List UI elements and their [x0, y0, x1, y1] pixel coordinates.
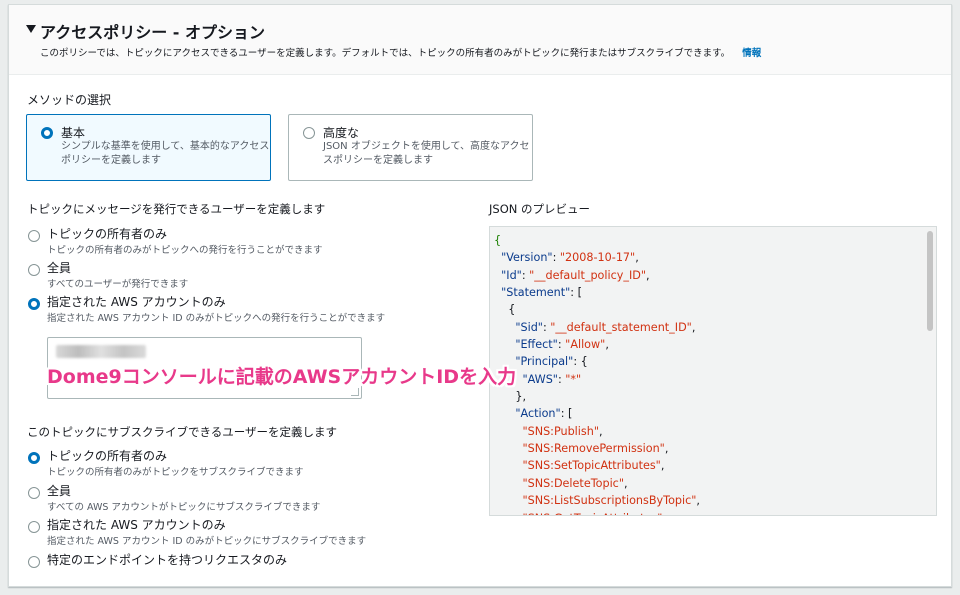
json-line: "Id": "__default_policy_ID", — [501, 268, 650, 282]
scrollbar-thumb[interactable] — [927, 231, 933, 331]
method-label: メソッドの選択 — [27, 93, 112, 107]
publish-radio-everyone[interactable] — [28, 264, 40, 276]
json-line: "Action": [ — [515, 407, 573, 421]
subscribe-radio-everyone[interactable] — [28, 487, 40, 499]
publish-specified-description: 指定された AWS アカウント ID のみがトピックへの発行を行うことができます — [47, 313, 386, 324]
access-policy-panel: アクセスポリシー - オプション このポリシーでは、トピックにアクセスできるユー… — [8, 4, 952, 587]
subscribe-radio-endpoint[interactable] — [28, 556, 40, 568]
json-preview-box[interactable]: { "Version": "2008-10-17", "Id": "__defa… — [489, 226, 937, 516]
json-line: "Statement": [ — [501, 286, 582, 300]
json-line: "SNS:SetTopicAttributes", — [522, 459, 665, 473]
method-basic-description: シンプルな基準を使用して、基本的なアクセスポリシーを定義します — [61, 141, 270, 166]
json-line: }, — [494, 390, 527, 404]
json-line: "SNS:DeleteTopic", — [522, 476, 628, 490]
info-link[interactable]: 情報 — [742, 48, 761, 59]
section-header[interactable]: アクセスポリシー - オプション このポリシーでは、トピックにアクセスできるユー… — [9, 5, 951, 75]
section-title: アクセスポリシー - オプション — [40, 23, 265, 42]
annotation-callout: Dome9コンソールに記載のAWSアカウントIDを入力 — [47, 366, 517, 388]
method-tile-advanced[interactable]: 高度な JSON オブジェクトを使用して、高度なアクセスポリシーを定義します — [288, 114, 533, 181]
subscribe-everyone-title[interactable]: 全員 — [47, 482, 71, 499]
json-line: { — [494, 303, 516, 317]
publish-everyone-description: すべてのユーザーが発行できます — [47, 279, 189, 290]
json-line: "Version": "2008-10-17", — [501, 251, 639, 265]
publish-radio-owner[interactable] — [28, 230, 40, 242]
subscribe-specified-description: 指定された AWS アカウント ID のみがトピックにサブスクライブできます — [47, 536, 367, 547]
json-preview-label: JSON のプレビュー — [489, 202, 591, 216]
json-line: "SNS:Publish", — [522, 424, 603, 438]
json-line: "Sid": "__default_statement_ID", — [515, 320, 696, 334]
publish-specified-title[interactable]: 指定された AWS アカウントのみ — [47, 293, 226, 310]
subscribe-owner-description: トピックの所有者のみがトピックをサブスクライブできます — [47, 467, 304, 478]
json-line: { — [494, 234, 502, 247]
json-line: "SNS:GetTopicAttributes", — [494, 510, 700, 516]
json-line: "Effect": "Allow", — [515, 338, 609, 352]
section-description: このポリシーでは、トピックにアクセスできるユーザーを定義します。デフォルトでは、… — [40, 45, 761, 59]
publish-owner-title[interactable]: トピックの所有者のみ — [47, 225, 167, 242]
method-basic-title: 基本 — [61, 126, 86, 140]
subscribe-everyone-description: すべての AWS アカウントがトピックにサブスクライブできます — [47, 502, 321, 513]
redacted-account-id — [56, 345, 146, 358]
method-advanced-title: 高度な — [323, 126, 360, 140]
radio-basic[interactable] — [41, 127, 53, 139]
json-line: "AWS": "*" — [522, 372, 582, 386]
publish-owner-description: トピックの所有者のみがトピックへの発行を行うことができます — [47, 245, 323, 256]
subscribe-label: このトピックにサブスクライブできるユーザーを定義します — [27, 425, 338, 439]
caret-down-icon[interactable] — [26, 25, 36, 33]
json-line: "Principal": { — [515, 355, 588, 369]
json-preview-code: { "Version": "2008-10-17", "Id": "__defa… — [494, 232, 700, 516]
subscribe-radio-owner[interactable] — [28, 452, 40, 464]
radio-advanced[interactable] — [303, 127, 315, 139]
resize-handle-icon[interactable] — [351, 388, 359, 396]
method-advanced-description: JSON オブジェクトを使用して、高度なアクセスポリシーを定義します — [323, 141, 530, 166]
subscribe-endpoint-title[interactable]: 特定のエンドポイントを持つリクエスタのみ — [47, 551, 287, 568]
publish-label: トピックにメッセージを発行できるユーザーを定義します — [27, 202, 326, 216]
json-line: "SNS:RemovePermission", — [522, 442, 669, 456]
publish-radio-specified[interactable] — [28, 298, 40, 310]
subscribe-owner-title[interactable]: トピックの所有者のみ — [47, 447, 167, 464]
subscribe-specified-title[interactable]: 指定された AWS アカウントのみ — [47, 516, 226, 533]
publish-everyone-title[interactable]: 全員 — [47, 259, 71, 276]
method-tile-basic[interactable]: 基本 シンプルな基準を使用して、基本的なアクセスポリシーを定義します — [26, 114, 271, 181]
json-line: "SNS:ListSubscriptionsByTopic", — [522, 494, 700, 508]
section-description-text: このポリシーでは、トピックにアクセスできるユーザーを定義します。デフォルトでは、… — [40, 48, 731, 59]
subscribe-radio-specified[interactable] — [28, 521, 40, 533]
